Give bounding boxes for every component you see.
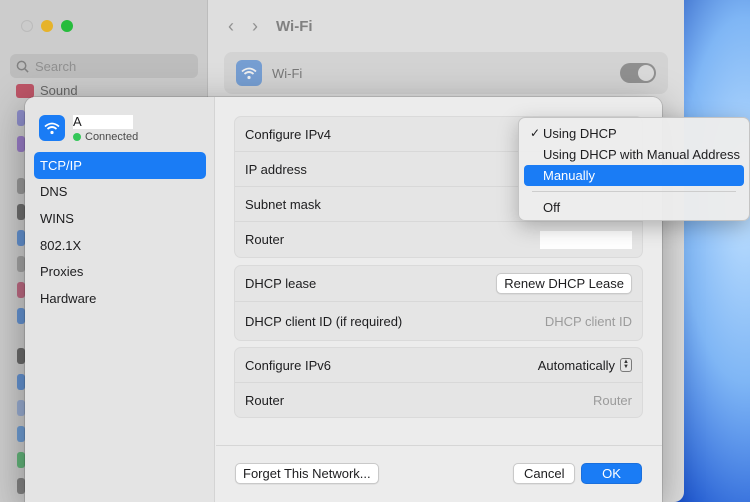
sidebar-item-wins[interactable]: WINS [34,205,206,232]
dhcp-group: DHCP lease Renew DHCP Lease DHCP client … [234,265,643,341]
menu-item-label: Manually [543,168,596,183]
details-sidebar: A Connected TCP/IP DNS WINS 802.1X Proxi… [25,97,215,502]
details-nav-list: TCP/IP DNS WINS 802.1X Proxies Hardware [34,152,206,312]
checkmark-icon: ✓ [530,126,541,140]
menu-item-label: Off [543,200,561,215]
subnet-mask-label: Subnet mask [245,196,321,212]
ipv6-router-label: Router [245,392,285,408]
connected-status-dot [73,133,81,141]
sidebar-item-proxies[interactable]: Proxies [34,258,206,285]
menu-item-dhcp-manual-address[interactable]: Using DHCP with Manual Address [524,144,744,165]
configure-ipv4-menu: ✓ Using DHCP Using DHCP with Manual Addr… [518,117,750,221]
configure-ipv6-label: Configure IPv6 [245,357,331,373]
menu-item-off[interactable]: Off [524,197,744,218]
ipv6-router-input[interactable]: Router [593,393,632,408]
dhcp-client-id-input[interactable]: DHCP client ID [545,314,632,329]
sidebar-item-hardware[interactable]: Hardware [34,285,206,312]
dhcp-client-id-row: DHCP client ID (if required) DHCP client… [235,302,642,340]
router-value-field [540,230,632,249]
menu-item-using-dhcp[interactable]: ✓ Using DHCP [524,123,744,144]
ipv4-router-label: Router [245,232,285,247]
dhcp-lease-label: DHCP lease [245,276,317,291]
configure-ipv4-label: Configure IPv4 [245,126,331,142]
menu-item-label: Using DHCP [543,126,617,141]
ipv6-group: Configure IPv6 Automatically ▲ ▼ Router R… [234,347,643,418]
menu-item-label: Using DHCP with Manual Address [543,147,741,162]
updown-chevron-icon: ▲ ▼ [620,358,632,372]
configure-ipv6-value: Automatically [537,357,615,373]
cancel-button[interactable]: Cancel [513,463,576,484]
sidebar-item-dns[interactable]: DNS [34,179,206,206]
menu-separator [532,191,736,192]
configure-ipv6-row: Configure IPv6 Automatically ▲ ▼ [235,348,642,383]
configure-ipv6-popup[interactable]: Automatically ▲ ▼ [538,358,632,373]
forget-network-button[interactable]: Forget This Network... [235,463,379,484]
ip-address-label: IP address [245,161,307,177]
ok-button[interactable]: OK [581,463,642,484]
ipv4-router-row: Router [235,222,642,257]
connection-status: Connected [73,131,138,143]
ipv6-router-row: Router Router [235,383,642,417]
dhcp-client-id-label: DHCP client ID (if required) [245,313,403,329]
renew-dhcp-lease-button[interactable]: Renew DHCP Lease [496,273,632,294]
sheet-footer: Forget This Network... Cancel OK [216,445,662,502]
sidebar-item-8021x[interactable]: 802.1X [34,232,206,259]
connection-status-label: Connected [85,131,139,143]
dhcp-lease-row: DHCP lease Renew DHCP Lease [235,266,642,302]
wifi-icon [39,115,65,141]
sidebar-item-tcpip[interactable]: TCP/IP [34,152,206,179]
network-header: A Connected [39,115,138,143]
network-name: A [73,115,138,129]
menu-item-manually[interactable]: Manually [524,165,744,186]
